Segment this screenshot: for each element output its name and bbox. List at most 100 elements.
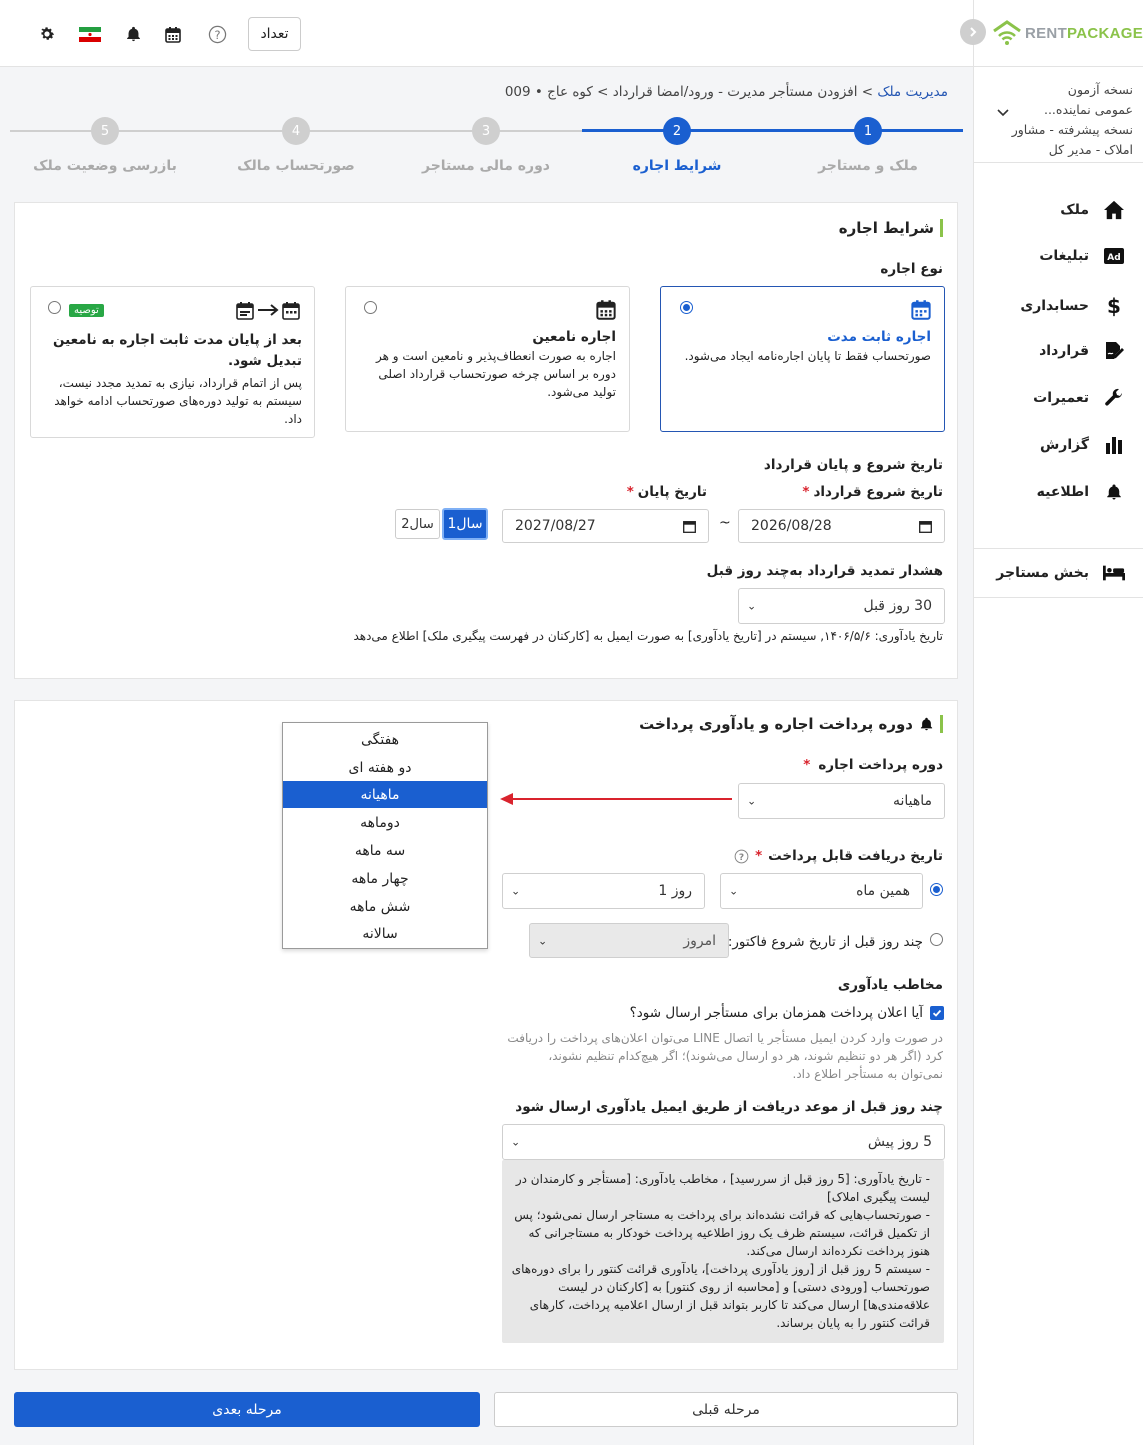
chevron-down-icon: ⌄ <box>511 884 521 898</box>
recommended-badge: توصیه <box>69 304 104 317</box>
required-mark: * <box>802 484 810 500</box>
due-day-select[interactable]: روز 1 ⌄ <box>502 873 705 909</box>
radio-convert[interactable] <box>48 301 61 314</box>
dropdown-option[interactable]: شش ماهه <box>283 893 487 920</box>
calendar-icon[interactable] <box>683 520 696 533</box>
lease-option-fixed[interactable]: اجاره ثابت مدت صورتحساب فقط تا پایان اجا… <box>660 286 945 432</box>
next-step-button[interactable]: مرحله بعدی <box>14 1392 480 1427</box>
step-4-label: صورتحساب مالک <box>237 158 355 174</box>
start-date-input[interactable]: 2026/08/28 <box>738 509 945 543</box>
lease-option-convert[interactable]: توصیه بعد از پایان مدت ثابت اجاره به نام… <box>30 286 315 438</box>
svg-text:?: ? <box>739 852 744 862</box>
section-title: دوره پرداخت اجاره و یادآوری پرداخت <box>639 715 943 733</box>
calendar-icon[interactable] <box>919 520 932 533</box>
brand-logo: RENTPACKAGE <box>991 20 1143 46</box>
sidebar-item-tenant-section[interactable]: بخش مستاجر <box>996 565 1125 581</box>
due-month-select[interactable]: همین ماه ⌄ <box>720 873 923 909</box>
renew-warning-select[interactable]: 30 روز قبل ⌄ <box>738 588 945 624</box>
notify-checkbox[interactable] <box>930 1006 944 1020</box>
end-date-label: تاریخ پایان* <box>627 484 707 500</box>
home-icon <box>1103 200 1125 220</box>
lease-type-label: نوع اجاره <box>880 261 943 277</box>
due-month-value: همین ماه <box>856 883 910 899</box>
dropdown-option[interactable]: دو هفته ای <box>283 754 487 781</box>
contract-icon <box>1103 341 1125 361</box>
sidebar-item-ads[interactable]: Ad تبلیغات <box>1039 248 1125 264</box>
dates-label: تاریخ شروع و پایان قرارداد <box>763 457 943 473</box>
sidebar-item-notice[interactable]: اطلاعیه <box>1037 482 1125 502</box>
bell-icon[interactable] <box>121 22 145 46</box>
option-desc: پس از اتمام قرارداد، نیازی به تمدید مجدد… <box>54 376 302 426</box>
dropdown-option[interactable]: سالانه <box>283 920 487 947</box>
radio-indefinite[interactable] <box>364 301 377 314</box>
option-title: اجاره نامعین <box>532 329 616 345</box>
account-line: املاک - مدیر کل <box>1048 142 1133 157</box>
collapse-chevron-icon[interactable] <box>960 19 986 45</box>
option-title: بعد از پایان مدت ثابت اجاره به نامعین تب… <box>52 332 302 369</box>
info-line: - تاریخ یادآوری: [5 روز قبل از سررسید] ،… <box>515 1172 930 1204</box>
bell-icon <box>919 716 934 732</box>
sidebar-item-contract[interactable]: قرارداد <box>1039 341 1125 361</box>
sidebar-item-label: گزارش <box>1039 437 1089 453</box>
payment-period-select[interactable]: ماهیانه ⌄ <box>738 783 945 819</box>
required-mark: * <box>803 757 811 773</box>
calendar-icon[interactable] <box>161 22 185 46</box>
divider <box>974 162 1143 163</box>
renew-note: تاریخ یادآوری: ۱۴۰۶/۵/۶, سیستم در [تاریخ… <box>353 629 943 643</box>
required-mark: * <box>626 484 634 500</box>
dropdown-option[interactable]: دوماهه <box>283 809 487 836</box>
period-label: دوره پرداخت اجاره * <box>803 757 943 773</box>
sidebar-item-report[interactable]: گزارش <box>1040 436 1125 454</box>
divider <box>974 66 1143 67</box>
before-invoice-label: چند روز قبل از تاریخ شروع فاکتور: <box>727 934 923 950</box>
step-5: 5 <box>91 117 119 145</box>
count-button[interactable]: تعداد <box>248 17 301 51</box>
chevron-down-icon: ⌄ <box>511 1135 521 1149</box>
gear-icon[interactable] <box>35 22 59 46</box>
notify-note: در صورت وارد کردن ایمیل مستأجر یا اتصال … <box>507 1031 943 1081</box>
dropdown-option[interactable]: هفتگی <box>283 726 487 753</box>
flag-icon[interactable] <box>78 22 102 46</box>
step-2[interactable]: 2 <box>663 117 691 145</box>
sidebar-item-repairs[interactable]: تعمیرات <box>1033 388 1125 408</box>
option-desc: اجاره به صورت انعطاف‌پذیر و نامعین است و… <box>376 349 616 399</box>
ad-icon: Ad <box>1103 248 1125 264</box>
email-days-select[interactable]: 5 روز پیش ⌄ <box>502 1124 945 1160</box>
due-day-value: روز 1 <box>658 883 692 899</box>
account-switcher[interactable]: نسخه آزمون عمومی نماینده... نسخه پیشرفته… <box>1003 80 1133 160</box>
end-date-input[interactable]: 2027/08/27 <box>502 509 709 543</box>
radio-before-invoice[interactable] <box>930 933 943 946</box>
radio-due-month[interactable] <box>930 883 943 896</box>
logo-house-icon <box>993 20 1021 45</box>
chevron-down-icon: ⌄ <box>538 934 548 947</box>
lease-option-indefinite[interactable]: اجاره نامعین اجاره به صورت انعطاف‌پذیر و… <box>345 286 630 432</box>
section-title-text: دوره پرداخت اجاره و یادآوری پرداخت <box>639 715 913 733</box>
dropdown-option[interactable]: چهار ماهه <box>283 865 487 892</box>
account-line: نسخه پیشرفته - مشاور <box>1011 122 1133 137</box>
dropdown-option-selected[interactable]: ماهیانه <box>283 781 487 808</box>
bed-icon <box>1103 565 1125 581</box>
two-year-button[interactable]: 2سال <box>395 509 440 539</box>
sidebar-item-property[interactable]: ملک <box>1060 200 1125 220</box>
chevron-down-icon: ⌄ <box>729 884 739 898</box>
dropdown-option[interactable]: سه ماهه <box>283 837 487 864</box>
svg-text:?: ? <box>214 27 220 41</box>
chevron-down-icon[interactable] <box>996 108 1010 118</box>
brand-package: PACKAGE <box>1067 24 1143 42</box>
sidebar-item-label: بخش مستاجر <box>996 565 1089 581</box>
help-icon[interactable]: ? <box>734 849 749 864</box>
previous-step-button[interactable]: مرحله قبلی <box>494 1392 958 1427</box>
svg-text:Ad: Ad <box>1107 253 1120 263</box>
payment-period-dropdown: هفتگی دو هفته ای ماهیانه دوماهه سه ماهه … <box>282 722 488 949</box>
help-icon[interactable]: ? <box>205 22 229 46</box>
dollar-icon: $ <box>1107 294 1121 318</box>
one-year-button[interactable]: 1سال <box>442 508 488 540</box>
sidebar-item-label: اطلاعیه <box>1036 484 1089 500</box>
start-date-label: تاریخ شروع قرارداد* <box>802 484 943 500</box>
due-date-label: تاریخ دریافت قابل پرداخت * ? <box>734 848 943 864</box>
radio-fixed[interactable] <box>680 301 693 314</box>
before-invoice-value: امروز <box>683 932 716 949</box>
step-1[interactable]: 1 <box>854 117 882 145</box>
breadcrumb-link[interactable]: مدیریت ملک <box>877 84 948 100</box>
sidebar-item-accounting[interactable]: $ حسابداری <box>1020 294 1125 318</box>
